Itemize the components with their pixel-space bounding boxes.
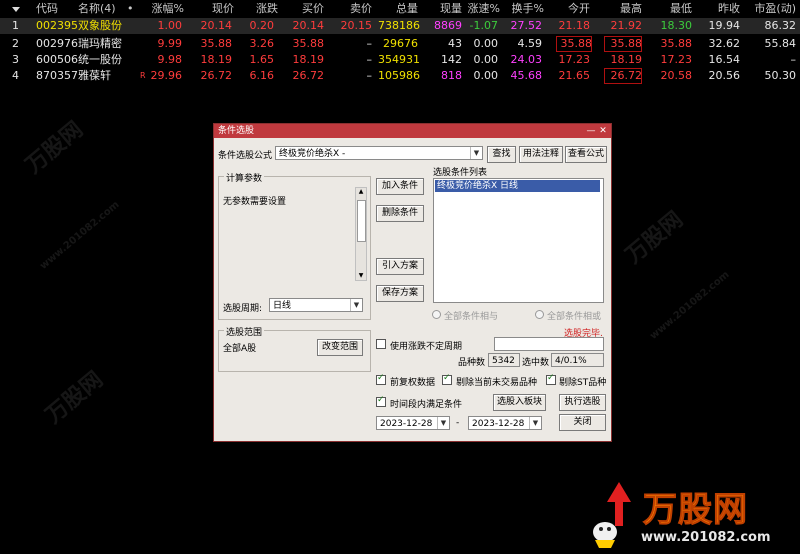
table-row[interactable]: 3 600506 统一股份 9.98 18.19 1.65 18.19 – 35… xyxy=(0,52,800,68)
selected-label: 选中数 xyxy=(522,358,550,368)
date-separator: - xyxy=(456,418,460,428)
flag-badge: R xyxy=(140,71,146,80)
col-bid[interactable]: 买价 xyxy=(290,1,324,17)
delete-condition-button[interactable]: 删除条件 xyxy=(376,205,424,222)
pre-adjust-checkbox[interactable] xyxy=(376,373,386,385)
col-open[interactable]: 今开 xyxy=(560,1,590,17)
find-button[interactable]: 查找 xyxy=(487,146,516,163)
change-range-button[interactable]: 改变范围 xyxy=(317,339,363,356)
watermark-url: www.201082.com xyxy=(648,269,732,342)
view-formula-button[interactable]: 查看公式 xyxy=(565,146,607,163)
col-price[interactable]: 现价 xyxy=(196,1,234,17)
radio-and[interactable] xyxy=(432,310,441,319)
col-cur-vol[interactable]: 现量 xyxy=(430,1,462,17)
date-from[interactable]: 2023-12-28 ▼ xyxy=(376,416,450,430)
time-range-checkbox[interactable] xyxy=(376,395,386,407)
condition-list[interactable]: 终极竞价绝杀X 日线 xyxy=(433,178,604,303)
radio-or[interactable] xyxy=(535,310,544,319)
scroll-up-icon[interactable]: ▲ xyxy=(356,188,366,196)
scroll-down-icon[interactable]: ▼ xyxy=(356,272,366,280)
close-button[interactable]: 关闭 xyxy=(559,414,606,431)
col-dot: • xyxy=(127,2,134,15)
add-condition-button[interactable]: 加入条件 xyxy=(376,178,424,195)
run-screen-button[interactable]: 执行选股 xyxy=(559,394,606,411)
col-high[interactable]: 最高 xyxy=(610,1,642,17)
col-prev[interactable]: 昨收 xyxy=(710,1,740,17)
exclude-untraded-label: 剔除当前未交易品种 xyxy=(456,378,538,388)
indef-period-checkbox[interactable] xyxy=(376,339,386,349)
logo-text: 万股网 xyxy=(643,490,748,531)
time-range-label: 时间段内满足条件 xyxy=(390,400,463,410)
exclude-st-checkbox[interactable] xyxy=(546,373,556,385)
radio-and-label: 全部条件相与 xyxy=(444,312,499,322)
col-pe[interactable]: 市盈(动) xyxy=(748,1,796,17)
formula-select[interactable]: 终极竞价绝杀X - ▼ xyxy=(275,146,483,160)
indef-period-label: 使用涨跌不定周期 xyxy=(390,342,463,352)
period-select[interactable]: 日线 ▼ xyxy=(269,298,363,312)
selected-value: 4/0.1% xyxy=(551,353,604,367)
col-chg[interactable]: 涨跌 xyxy=(248,1,278,17)
params-group: 计算参数 无参数需要设置 ▲ ▼ 选股周期: 日线 ▼ xyxy=(218,171,371,320)
col-code[interactable]: 代码 xyxy=(36,1,58,17)
minimize-icon[interactable]: — xyxy=(585,124,597,138)
usage-notes-button[interactable]: 用法注释 xyxy=(519,146,563,163)
col-chg-pct[interactable]: 涨幅% xyxy=(140,1,184,17)
exclude-untraded-checkbox[interactable] xyxy=(442,373,452,385)
table-header: 代码 名称(4) • 涨幅% 现价 涨跌 买价 卖价 总量 现量 涨速% 换手%… xyxy=(0,1,800,17)
logo-mascot-icon xyxy=(593,482,631,548)
formula-label: 条件选股公式 xyxy=(218,151,273,161)
table-row[interactable]: 4 870357 雅葆轩 R 29.96 26.72 6.16 26.72 – … xyxy=(0,68,800,84)
pre-adjust-label: 前复权数据 xyxy=(390,378,436,388)
date-to[interactable]: 2023-12-28 ▼ xyxy=(468,416,542,430)
col-name[interactable]: 名称(4) xyxy=(78,1,116,17)
logo-url: www.201082.com xyxy=(641,530,771,545)
col-ask[interactable]: 卖价 xyxy=(340,1,372,17)
params-group-title: 计算参数 xyxy=(224,171,265,184)
close-icon[interactable]: ✕ xyxy=(597,124,609,138)
count-value: 5342 xyxy=(488,353,520,367)
add-to-block-button[interactable]: 选股入板块 xyxy=(493,394,546,411)
chevron-down-icon[interactable]: ▼ xyxy=(470,147,482,159)
count-label: 品种数 xyxy=(458,358,486,368)
range-value: 全部A股 xyxy=(223,344,257,354)
sort-triangle-icon[interactable] xyxy=(12,7,20,12)
period-label: 选股周期: xyxy=(223,304,263,314)
watermark: 万股网 xyxy=(621,207,688,269)
col-turnover[interactable]: 换手% xyxy=(502,1,544,17)
import-plan-button[interactable]: 引入方案 xyxy=(376,258,424,275)
save-plan-button[interactable]: 保存方案 xyxy=(376,285,424,302)
list-item[interactable]: 终极竞价绝杀X 日线 xyxy=(435,180,600,192)
chevron-down-icon[interactable]: ▼ xyxy=(350,299,362,311)
exclude-st-label: 剔除ST品种 xyxy=(559,378,607,388)
scroll-thumb[interactable] xyxy=(357,200,366,242)
range-group: 选股范围 全部A股 改变范围 xyxy=(218,325,371,372)
brand-logo: 万股网 www.201082.com xyxy=(585,478,800,554)
condition-list-label: 选股条件列表 xyxy=(433,168,488,178)
watermark-url: www.201082.com xyxy=(38,199,122,272)
col-vol[interactable]: 总量 xyxy=(388,1,418,17)
radio-or-label: 全部条件相或 xyxy=(547,312,602,322)
params-scrollbar[interactable]: ▲ ▼ xyxy=(355,187,367,281)
range-group-title: 选股范围 xyxy=(224,325,265,338)
no-params-text: 无参数需要设置 xyxy=(223,197,287,207)
indef-period-input[interactable] xyxy=(494,337,604,351)
chevron-down-icon[interactable]: ▼ xyxy=(437,417,449,429)
dialog-titlebar[interactable]: 条件选股 — ✕ xyxy=(214,124,611,138)
col-low[interactable]: 最低 xyxy=(660,1,692,17)
table-row[interactable]: 1 002395 双象股份 1.00 20.14 0.20 20.14 20.1… xyxy=(0,18,800,34)
dialog-title: 条件选股 xyxy=(218,126,255,136)
stock-screener-dialog: 条件选股 — ✕ 条件选股公式 终极竞价绝杀X - ▼ 查找 用法注释 查看公式… xyxy=(213,123,612,442)
watermark: 万股网 xyxy=(21,117,88,179)
col-speed[interactable]: 涨速% xyxy=(462,1,500,17)
watermark: 万股网 xyxy=(41,367,108,429)
table-row[interactable]: 2 002976 瑞玛精密 9.99 35.88 3.26 35.88 – 29… xyxy=(0,36,800,52)
chevron-down-icon[interactable]: ▼ xyxy=(529,417,541,429)
